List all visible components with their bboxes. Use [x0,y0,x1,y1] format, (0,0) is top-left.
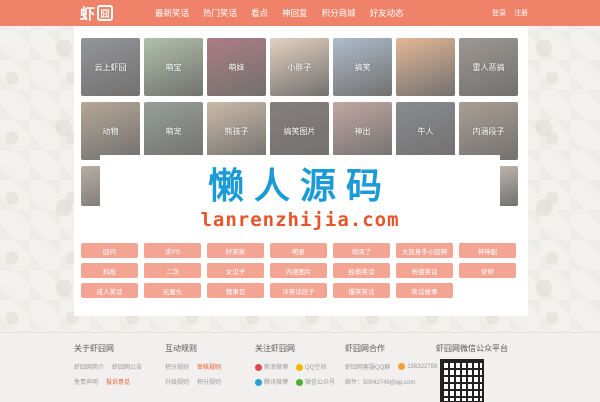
category-tile[interactable] [396,38,455,96]
category-tile[interactable]: 云上虾囧 [81,38,140,96]
user-links: 登录 注册 [492,0,528,26]
watermark-en-text: lanrenzhijia.com [200,209,400,231]
qq-group-number[interactable]: 156322789 [398,362,437,370]
tag-chip[interactable]: 内涵图片 [270,263,327,278]
category-tile[interactable]: 搞笑 [333,38,392,96]
footer-rules: 互动规则 积分规则 审核规则 升级规则 积分规则 [165,343,221,392]
logo-box-icon: 囧 [97,5,114,21]
tag-chip[interactable]: 科技 [81,263,138,278]
footer-about-title: 关于虾囧网 [74,344,114,353]
logo-text: 虾 [80,5,96,23]
category-tile-label: 内涵段子 [472,126,505,136]
footer-follow-title: 关注虾囧网 [255,344,295,353]
category-tile-label: 熊孩子 [224,126,249,136]
tag-chip[interactable]: 奇葩笑话 [396,263,453,278]
qq-group-label: 虾囧网客服QQ群 [345,365,391,371]
category-tile[interactable]: 搞笑图片 [270,102,329,160]
category-tile-label: 萌宝 [165,62,182,72]
tag-chip[interactable]: 爆笑笑话 [333,283,390,298]
tag-chip[interactable]: 笑话故事 [396,283,453,298]
top-header: 虾 囧 最新笑话 热门笑话 看点 神回复 积分商城 好友动态 登录 注册 [0,0,600,26]
category-tile-label: 搞笑图片 [283,126,316,136]
category-tile[interactable]: 神出 [333,102,392,160]
tag-chip[interactable]: 二次 [144,263,201,278]
category-tile[interactable]: 小胖子 [270,38,329,96]
tag-chip[interactable]: 大显身手小囧神 [396,243,453,258]
qzone-icon [296,363,304,371]
tag-chip[interactable]: 求PS [144,243,201,258]
footer-link[interactable]: 升级规则 [165,377,189,386]
site-logo[interactable]: 虾 囧 [80,3,114,23]
login-link[interactable]: 登录 [492,8,506,18]
nav-points-mall[interactable]: 积分商城 [322,7,356,19]
category-tile[interactable]: 萌宝 [144,38,203,96]
nav-latest[interactable]: 最新笑话 [155,7,189,19]
category-tile[interactable]: 萌妹 [207,38,266,96]
tag-chip[interactable]: 好笑家 [207,243,264,258]
tag-chip[interactable]: 神神配 [459,243,516,258]
watermark-cn-text: 懒人源码 [207,166,392,207]
tag-chip[interactable]: 成人笑话 [81,283,138,298]
category-tile-label: 云上虾囧 [94,62,127,72]
footer-link[interactable]: 免责声明 [74,377,98,386]
register-link[interactable]: 注册 [514,8,528,18]
wechat-icon [296,378,304,386]
tag-chip[interactable]: 囧问 [81,243,138,258]
tencent-weibo-link[interactable]: 腾讯微博 [255,377,288,386]
category-tile-label: 神出 [354,126,371,136]
nav-kandian[interactable]: 看点 [251,7,268,19]
footer-link[interactable]: 积分规则 [197,377,221,386]
footer-partner: 虾囧网合作 虾囧网客服QQ群 156322789 邮件：50042748@qq.… [345,343,437,392]
tag-chip[interactable]: 冷笑话段子 [270,283,327,298]
weibo-link[interactable]: 新浪微博 [255,362,288,371]
footer-partner-title: 虾囧网合作 [345,344,385,353]
nav-shenhuifu[interactable]: 神回复 [282,7,308,19]
category-tile-label: 搞笑 [354,62,371,72]
footer-about: 关于虾囧网 虾囧网简介 虾囧网公告 免责声明 投诉意见 [74,343,142,392]
category-tile-label: 雷人恶搞 [472,62,505,72]
wechat-link[interactable]: 微信公众号 [296,377,335,386]
nav-friends[interactable]: 好友动态 [370,7,404,19]
footer-link[interactable]: 积分规则 [165,362,189,371]
footer-link-review[interactable]: 审核规则 [197,362,221,371]
tag-chip[interactable]: 明星 [270,243,327,258]
site-footer: 关于虾囧网 虾囧网简介 虾囧网公告 免责声明 投诉意见 互动规则 积分规则 审核规则 … [0,332,600,402]
category-tile-label: 小胖子 [287,62,312,72]
tag-cloud: 囧问 求PS 好笑家 明星 萌哭了 大显身手小囧神 神神配科技 二次 女汉子 内涵图片 经典笑话 奇葩… [81,243,516,298]
footer-rules-title: 互动规则 [165,344,197,353]
category-tile-label: 动物 [102,126,119,136]
nav-hot[interactable]: 热门笑话 [203,7,237,19]
footer-link-complaint[interactable]: 投诉意见 [106,377,130,386]
category-tile[interactable]: 牛人 [396,102,455,160]
category-tile-label: 萌宠 [165,126,182,136]
category-tile[interactable]: 熊孩子 [207,102,266,160]
tag-chip[interactable]: 经典笑话 [333,263,390,278]
qzone-link[interactable]: QQ空间 [296,362,326,371]
contact-email[interactable]: 邮件：50042748@qq.com [345,377,415,386]
footer-link[interactable]: 虾囧网简介 [74,362,104,371]
wechat-qr-code [440,359,484,402]
footer-wechat-title: 虾囧网微信公众平台 [436,344,508,353]
footer-follow: 关注虾囧网 新浪微博 QQ空间 腾讯微博 微信公众号 [255,343,335,392]
tag-chip[interactable]: 萌哭了 [333,243,390,258]
category-tile[interactable]: 雷人恶搞 [459,38,518,96]
tag-chip[interactable]: 糗事百 [207,283,264,298]
tag-chip[interactable]: 穿帮 [459,263,516,278]
weibo-icon [255,363,262,371]
tag-chip[interactable]: 女汉子 [207,263,264,278]
main-nav: 最新笑话 热门笑话 看点 神回复 积分商城 好友动态 [155,0,404,26]
tencent-weibo-icon [255,378,262,386]
footer-link[interactable]: 虾囧网公告 [112,362,142,371]
category-tile[interactable]: 内涵段子 [459,102,518,160]
category-tile-label: 牛人 [417,126,434,136]
category-tile[interactable]: 动物 [81,102,140,160]
tag-chip[interactable]: 无厘头 [144,283,201,298]
qq-icon [398,362,406,370]
category-tile[interactable]: 萌宠 [144,102,203,160]
watermark-banner: 懒人源码 lanrenzhijia.com [100,155,500,243]
category-tile-label: 萌妹 [228,62,245,72]
